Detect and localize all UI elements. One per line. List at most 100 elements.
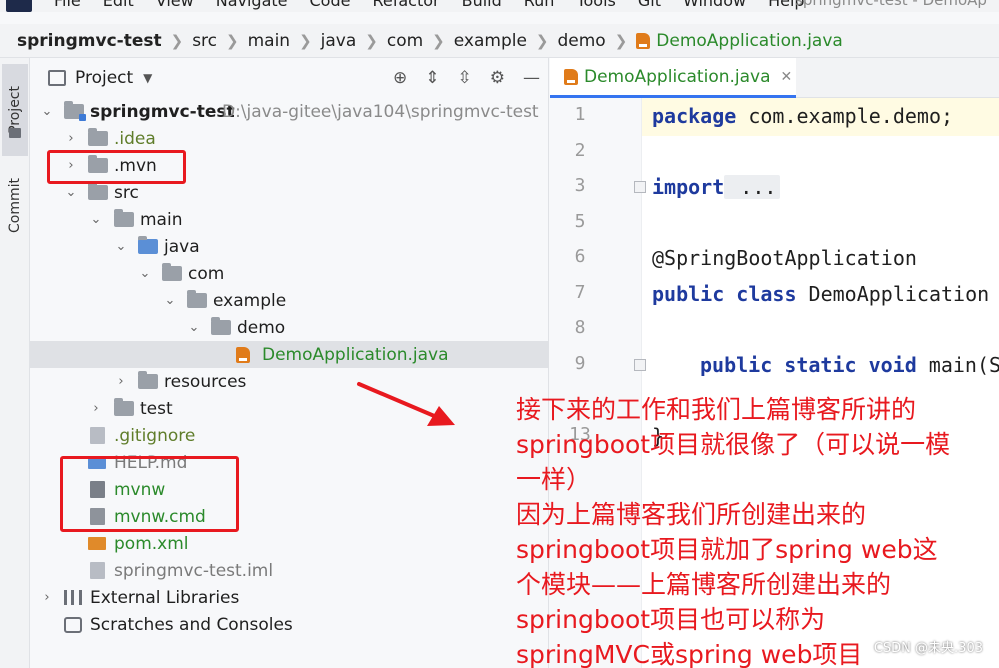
breadcrumb-demo[interactable]: demo [558, 31, 606, 51]
breadcrumb-java[interactable]: java [321, 31, 357, 51]
tool-tab-project[interactable]: Project [2, 64, 28, 156]
tree-item-label: example [213, 290, 287, 311]
settings-gear-icon[interactable]: ⚙ [490, 68, 505, 88]
breadcrumb-project[interactable]: springmvc-test [17, 31, 162, 51]
menu-window[interactable]: Window [683, 0, 746, 10]
code-keyword: public static void [700, 353, 917, 377]
tree-item-com[interactable]: ⌄ com [30, 260, 549, 287]
folder-icon [114, 398, 134, 416]
code-line-6[interactable]: @SpringBootApplication [652, 246, 917, 270]
breadcrumb-example[interactable]: example [454, 31, 527, 51]
breadcrumb: springmvc-test ❯ src ❯ main ❯ java ❯ com ❯ ex… [0, 24, 999, 58]
menu-code[interactable]: Code [310, 0, 351, 10]
code-keyword: public class [652, 282, 797, 306]
chevron-down-icon[interactable]: ⌄ [114, 239, 128, 254]
tree-item-label: springmvc-test.iml [114, 560, 274, 581]
menu-tools[interactable]: Tools [576, 0, 615, 10]
chevron-down-icon[interactable]: ⌄ [163, 293, 177, 308]
breadcrumb-com[interactable]: com [387, 31, 423, 51]
dropdown-caret-icon[interactable]: ▼ [143, 71, 152, 85]
tree-item-label: pom.xml [114, 533, 189, 554]
collapse-all-icon[interactable]: ⇳ [458, 68, 472, 88]
tree-item-label: resources [164, 371, 247, 392]
chevron-down-icon[interactable]: ⌄ [89, 212, 103, 227]
tree-item-label: src [114, 182, 139, 203]
tree-item-gitignore[interactable]: .gitignore [30, 422, 549, 449]
locate-file-icon[interactable]: ⊕ [393, 68, 407, 88]
java-class-icon [636, 32, 651, 49]
menu-view[interactable]: View [156, 0, 194, 10]
tree-item-scratches[interactable]: Scratches and Consoles [30, 611, 549, 638]
code-line-1[interactable]: package com.example.demo; [652, 104, 953, 128]
line-number: 9 [574, 353, 586, 374]
tree-item-label: External Libraries [90, 587, 240, 608]
tree-item-demo-application[interactable]: DemoApplication.java [30, 341, 549, 368]
editor-tab-demo-application[interactable]: DemoApplication.java ✕ [550, 58, 796, 98]
menu-edit[interactable]: Edit [103, 0, 134, 10]
source-folder-icon [138, 236, 158, 254]
tree-item-label: demo [237, 317, 286, 338]
breadcrumb-file[interactable]: DemoApplication.java [656, 31, 843, 51]
fold-marker-icon[interactable] [634, 181, 646, 193]
breadcrumb-src[interactable]: src [192, 31, 217, 51]
tree-item-example[interactable]: ⌄ example [30, 287, 549, 314]
expand-all-icon[interactable]: ⇕ [425, 68, 439, 88]
tree-item-test[interactable]: › test [30, 395, 549, 422]
chevron-right-icon[interactable]: › [64, 131, 78, 146]
tree-item-demo[interactable]: ⌄ demo [30, 314, 549, 341]
tree-item-external-libraries[interactable]: › External Libraries [30, 584, 549, 611]
highlight-box-mvn [47, 150, 186, 184]
module-folder-icon [64, 101, 86, 121]
annotation-line: springboot项目也可以称为 [516, 605, 826, 634]
chevron-down-icon[interactable]: ⌄ [138, 266, 152, 281]
folded-imports[interactable]: ... [724, 175, 781, 199]
tree-item-resources[interactable]: › resources [30, 368, 549, 395]
code-annotation: @SpringBootApplication [652, 246, 917, 270]
fold-marker-icon[interactable] [634, 359, 646, 371]
code-line-9[interactable]: public static void main(S [700, 353, 999, 377]
menu-navigate[interactable]: Navigate [216, 0, 288, 10]
tool-tab-commit-label: Commit [7, 177, 23, 233]
scratches-icon [64, 616, 82, 633]
chevron-right-icon[interactable]: › [40, 590, 54, 605]
breadcrumb-main[interactable]: main [248, 31, 290, 51]
tree-item-root[interactable]: ⌄ springmvc-test D:\java-gitee\java104\s… [30, 98, 549, 125]
maven-xml-icon [88, 537, 106, 550]
intellij-logo-icon [6, 0, 32, 12]
menu-file[interactable]: File [54, 0, 81, 10]
editor-tab-bar: DemoApplication.java ✕ [550, 58, 999, 98]
library-icon [64, 590, 82, 605]
chevron-right-icon[interactable]: › [89, 401, 103, 416]
tree-item-java[interactable]: ⌄ java [30, 233, 549, 260]
chevron-down-icon[interactable]: ⌄ [64, 185, 78, 200]
chevron-down-icon[interactable]: ⌄ [40, 104, 54, 119]
menu-run[interactable]: Run [524, 0, 555, 10]
code-line-7[interactable]: public class DemoApplication [652, 282, 989, 306]
menu-git[interactable]: Git [638, 0, 661, 10]
code-line-3[interactable]: import ... [652, 175, 781, 199]
tree-item-pom[interactable]: pom.xml [30, 530, 549, 557]
line-number: 7 [574, 282, 586, 303]
tree-item-iml[interactable]: springmvc-test.iml [30, 557, 549, 584]
project-folder-icon [9, 128, 21, 138]
tree-item-label: test [140, 398, 173, 419]
chevron-right-icon[interactable]: › [114, 374, 128, 389]
tool-tab-project-label: Project [7, 86, 23, 134]
menu-refactor[interactable]: Refactor [372, 0, 439, 10]
code-keyword: package [652, 104, 737, 128]
menu-build[interactable]: Build [462, 0, 502, 10]
chevron-down-icon[interactable]: ⌄ [187, 320, 201, 335]
hide-panel-icon[interactable]: — [523, 68, 540, 88]
tree-root-label: springmvc-test [90, 101, 235, 122]
project-panel-title[interactable]: Project [75, 68, 133, 88]
tree-item-label: DemoApplication.java [262, 344, 449, 365]
close-icon[interactable]: ✕ [781, 69, 793, 85]
tool-tab-commit[interactable]: Commit [2, 166, 28, 244]
line-number: 8 [574, 317, 586, 338]
folder-icon [88, 128, 108, 146]
red-arrow-icon [357, 382, 455, 426]
code-text: DemoApplication [796, 282, 990, 306]
tree-item-main[interactable]: ⌄ main [30, 206, 549, 233]
tree-item-idea[interactable]: › .idea [30, 125, 549, 152]
java-class-icon [564, 68, 578, 85]
